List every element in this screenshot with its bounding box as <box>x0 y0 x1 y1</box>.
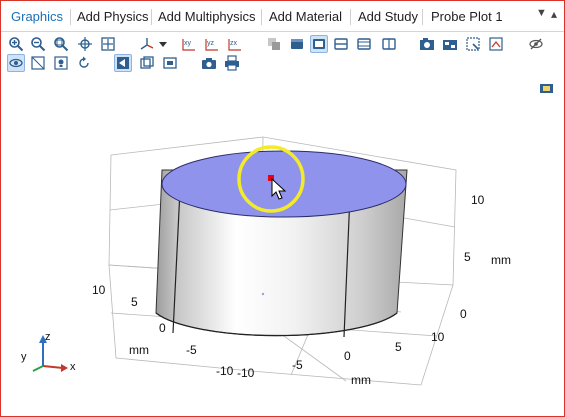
dropdown-arrow-icon[interactable]: ▼ <box>536 7 547 19</box>
y-tick-neg10: -10 <box>216 364 234 378</box>
tab-separator <box>350 9 351 25</box>
go-to-zx-view-icon[interactable]: zx <box>226 35 244 53</box>
reset-view-icon[interactable] <box>75 54 93 72</box>
tab-underline <box>1 28 69 31</box>
select-edges-icon[interactable] <box>332 35 350 53</box>
image-snapshot-icon[interactable] <box>418 35 436 53</box>
scene-light-icon[interactable] <box>52 54 70 72</box>
hide-entities-icon[interactable] <box>527 35 545 53</box>
graphics-toolbar-row-2 <box>1 54 564 74</box>
triad-z-label: z <box>45 331 51 343</box>
pin-icon[interactable]: ▴ <box>551 7 557 21</box>
dropdown-arrow-icon[interactable] <box>158 35 168 53</box>
tab-add-multiphysics[interactable]: Add Multiphysics <box>158 6 256 28</box>
x-unit-label: mm <box>351 373 371 387</box>
y-unit-label: mm <box>129 343 149 357</box>
tab-graphics[interactable]: Graphics <box>11 6 63 28</box>
model-view <box>32 84 553 386</box>
x-tick-0: 0 <box>344 349 351 363</box>
tab-add-study[interactable]: Add Study <box>358 6 418 28</box>
triad-y-label: y <box>21 351 27 363</box>
z-tick-0: 0 <box>460 307 467 321</box>
camera-icon[interactable] <box>200 54 218 72</box>
go-to-xy-view-icon[interactable]: xy <box>180 35 198 53</box>
y-tick-0: 0 <box>159 321 166 335</box>
domain-select-icon[interactable] <box>138 54 156 72</box>
graphics-window: Graphics Add Physics Add Multiphysics Ad… <box>0 0 565 417</box>
tab-separator <box>422 9 423 25</box>
cylinder-geometry <box>155 150 408 338</box>
transparency-icon[interactable] <box>441 35 459 53</box>
svg-text:yz: yz <box>207 40 215 47</box>
x-tick-5: 5 <box>395 340 402 354</box>
svg-text:zx: zx <box>230 40 238 47</box>
select-points-icon[interactable] <box>355 35 373 53</box>
show-grid-icon[interactable] <box>464 35 482 53</box>
x-tick-10: 10 <box>431 330 445 344</box>
z-tick-10: 10 <box>471 193 485 207</box>
tab-probe-plot-1[interactable]: Probe Plot 1 <box>431 6 503 28</box>
ribbon-tab-bar: Graphics Add Physics Add Multiphysics Ad… <box>1 1 564 32</box>
zoom-out-icon[interactable] <box>29 35 47 53</box>
y-tick-5: 5 <box>131 295 138 309</box>
view-icon[interactable] <box>7 54 25 72</box>
graphics-canvas[interactable]: 10 5 0 mm 10 5 0 -5 -10 mm -10 -5 0 5 10… <box>1 75 564 416</box>
print-icon[interactable] <box>223 54 241 72</box>
graphics-toolbar-row-1: xy yz zx <box>1 35 564 55</box>
zoom-extents-icon[interactable] <box>99 35 117 53</box>
tab-separator <box>151 9 152 25</box>
tab-separator <box>261 9 262 25</box>
y-tick-neg5: -5 <box>186 343 197 357</box>
tab-add-material[interactable]: Add Material <box>269 6 342 28</box>
zoom-box-icon[interactable] <box>52 35 70 53</box>
boundary-select-icon[interactable] <box>114 54 132 72</box>
select-domains-icon[interactable] <box>288 35 306 53</box>
tab-add-physics[interactable]: Add Physics <box>77 6 149 28</box>
tab-separator <box>70 9 71 25</box>
select-objects-icon[interactable] <box>265 35 283 53</box>
go-to-yz-view-icon[interactable]: yz <box>203 35 221 53</box>
box-select-icon[interactable] <box>161 54 179 72</box>
svg-text:xy: xy <box>184 40 192 47</box>
x-tick-neg5: -5 <box>292 358 303 372</box>
view-axes-dropdown-icon[interactable] <box>138 35 156 53</box>
hide-icon[interactable] <box>487 35 505 53</box>
clear-selection-icon[interactable] <box>380 35 398 53</box>
zoom-selected-icon[interactable] <box>76 35 94 53</box>
x-tick-neg10: -10 <box>237 366 255 380</box>
wireframe-icon[interactable] <box>29 54 47 72</box>
zoom-in-icon[interactable] <box>7 35 25 53</box>
z-unit-label: mm <box>491 253 511 267</box>
y-tick-10: 10 <box>92 283 106 297</box>
triad-x-label: x <box>70 361 76 373</box>
select-boundaries-icon[interactable] <box>310 35 328 53</box>
coordinate-triad <box>32 335 68 372</box>
z-tick-5: 5 <box>464 250 471 264</box>
